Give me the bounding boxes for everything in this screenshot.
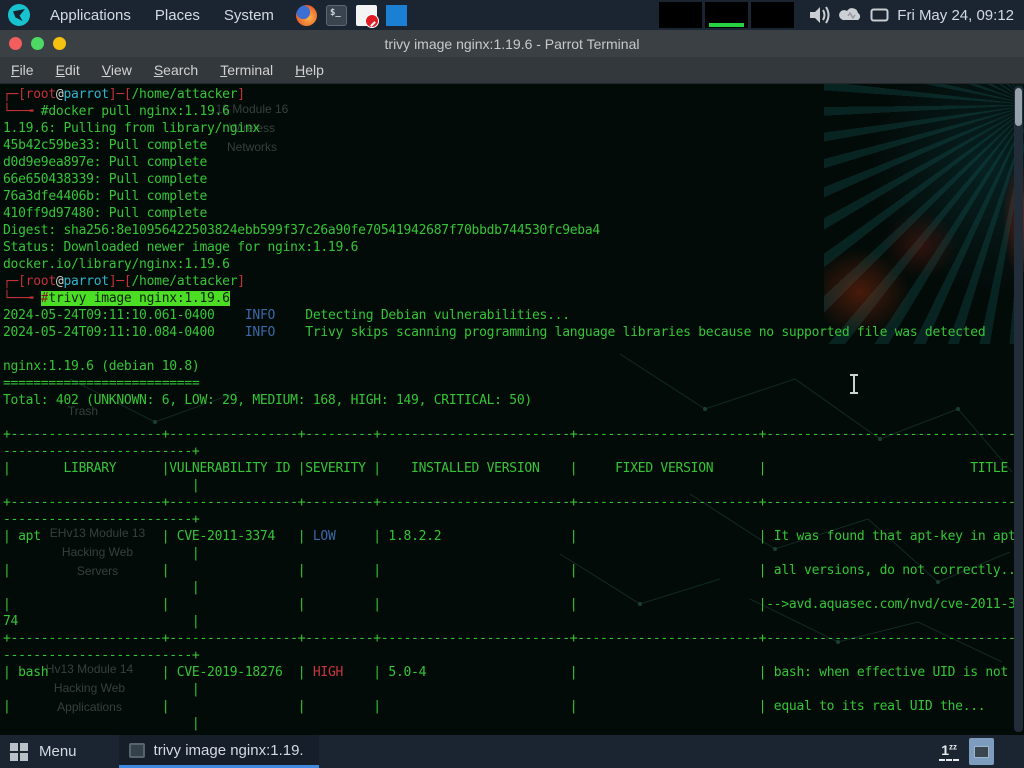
menu-edit[interactable]: Edit <box>45 57 91 84</box>
system-menu-label: System <box>224 7 274 24</box>
display-icon[interactable] <box>870 8 889 23</box>
menu-search-label: Search <box>154 62 198 78</box>
workspace-2-active[interactable] <box>705 2 748 28</box>
vscode-icon[interactable] <box>386 5 407 26</box>
menu-edit-label: Edit <box>56 62 80 78</box>
window-title: trivy image nginx:1.19.6 - Parrot Termin… <box>0 36 1024 52</box>
menu-help-label: Help <box>295 62 324 78</box>
terminal-line: | | | | | | equal to its real UID the... <box>3 698 1023 715</box>
system-menu[interactable]: System <box>212 0 286 30</box>
terminal-line: docker.io/library/nginx:1.19.6 <box>3 256 1023 273</box>
terminal-line: | <box>3 579 1023 596</box>
terminal-line: Digest: sha256:8e10956422503824ebb599f37… <box>3 222 1023 239</box>
terminal-line: ┌─[root@parrot]─[/home/attacker] <box>3 86 1023 103</box>
volume-icon[interactable] <box>808 4 832 26</box>
applications-menu[interactable]: Applications <box>38 0 143 30</box>
menu-file[interactable]: File <box>0 57 45 84</box>
taskbar-menu-label: Menu <box>39 743 77 760</box>
terminal-line: | | | | | |-->avd.aquasec.com/nvd/cve-20… <box>3 596 1023 613</box>
terminal-line: -------------------------+ <box>3 511 1023 528</box>
menu-terminal[interactable]: Terminal <box>209 57 284 84</box>
terminal-line: | <box>3 715 1023 732</box>
terminal-line: | <box>3 545 1023 562</box>
workspace-3[interactable] <box>751 2 794 28</box>
menu-grid-icon <box>10 743 28 761</box>
places-menu[interactable]: Places <box>143 0 212 30</box>
text-cursor-pointer <box>848 373 860 395</box>
terminal-output: ┌─[root@parrot]─[/home/attacker]└──╼ #do… <box>3 86 1023 732</box>
scrollbar-thumb[interactable] <box>1015 88 1022 126</box>
menu-view-label: View <box>102 62 132 78</box>
screen: Applications Places System <box>0 0 1024 768</box>
terminal-line: └──╼ #docker pull nginx:1.19.6 <box>3 103 1023 120</box>
taskbar-menu-button[interactable]: Menu <box>0 735 91 768</box>
terminal-line: Total: 402 (UNKNOWN: 6, LOW: 29, MEDIUM:… <box>3 392 1023 409</box>
terminal-line: | <box>3 477 1023 494</box>
terminal-line: 76a3dfe4406b: Pull complete <box>3 188 1023 205</box>
window-maximize-button[interactable] <box>53 37 66 50</box>
window-minimize-button[interactable] <box>31 37 44 50</box>
firefox-icon[interactable] <box>296 5 317 26</box>
terminal-scrollbar[interactable] <box>1014 86 1023 732</box>
terminal-line: 1.19.6: Pulling from library/nginx <box>3 120 1023 137</box>
show-desktop-icon <box>974 746 989 758</box>
terminal-line: 2024-05-24T09:11:10.061-0400 INFO Detect… <box>3 307 1023 324</box>
terminal-line: -------------------------+ <box>3 443 1023 460</box>
terminal-line: nginx:1.19.6 (debian 10.8) <box>3 358 1023 375</box>
workspace-pager-icon[interactable]: 1zz <box>939 742 959 761</box>
terminal-line: Status: Downloaded newer image for nginx… <box>3 239 1023 256</box>
cloud-icon[interactable] <box>839 6 863 24</box>
terminal-line: 2024-05-24T09:11:10.084-0400 INFO Trivy … <box>3 324 1023 341</box>
show-desktop-button[interactable] <box>969 738 994 765</box>
terminal-line: 45b42c59be33: Pull complete <box>3 137 1023 154</box>
top-panel: Applications Places System <box>0 0 1024 30</box>
terminal-icon[interactable] <box>326 5 347 26</box>
terminal-window: 13 Module 16WirelessNetworksTrashEHv13 M… <box>0 84 1024 735</box>
menu-search[interactable]: Search <box>143 57 209 84</box>
quick-launchers <box>296 5 407 26</box>
terminal-line: -------------------------+ <box>3 647 1023 664</box>
terminal-line: ┌─[root@parrot]─[/home/attacker] <box>3 273 1023 290</box>
taskbar-task-terminal[interactable]: trivy image nginx:1.19.... <box>119 735 319 768</box>
terminal-line: d0d9e9ea897e: Pull complete <box>3 154 1023 171</box>
parrot-menu-icon[interactable] <box>8 4 30 26</box>
terminal-line: | apt | CVE-2011-3374 | LOW | 1.8.2.2 | … <box>3 528 1023 545</box>
terminal-line <box>3 341 1023 358</box>
terminal-line: ========================== <box>3 375 1023 392</box>
task-label: trivy image nginx:1.19.... <box>154 742 303 759</box>
clock[interactable]: Fri May 24, 09:12 <box>897 7 1014 24</box>
terminal-line: 66e650438339: Pull complete <box>3 171 1023 188</box>
places-menu-label: Places <box>155 7 200 24</box>
terminal-line: | LIBRARY |VULNERABILITY ID |SEVERITY | … <box>3 460 1023 477</box>
system-tray <box>808 4 889 26</box>
terminal-line <box>3 409 1023 426</box>
terminal-line: +--------------------+-----------------+… <box>3 426 1023 443</box>
bottom-taskbar: Menu trivy image nginx:1.19.... 1zz <box>0 735 1024 768</box>
applications-menu-label: Applications <box>50 7 131 24</box>
task-terminal-icon <box>129 743 145 758</box>
text-editor-icon[interactable] <box>356 5 377 26</box>
menu-help[interactable]: Help <box>284 57 335 84</box>
menu-terminal-label: Terminal <box>220 62 273 78</box>
terminal-line: | <box>3 681 1023 698</box>
workspace-switcher <box>659 2 794 28</box>
menu-file-label: File <box>11 62 34 78</box>
window-close-button[interactable] <box>9 37 22 50</box>
terminal-line: 74 | <box>3 613 1023 630</box>
workspace-1[interactable] <box>659 2 702 28</box>
terminal-line: +--------------------+-----------------+… <box>3 494 1023 511</box>
terminal-line: | | | | | | all versions, do not correct… <box>3 562 1023 579</box>
terminal-line: +--------------------+-----------------+… <box>3 630 1023 647</box>
terminal-line: 410ff9d97480: Pull complete <box>3 205 1023 222</box>
terminal-line: | bash | CVE-2019-18276 | HIGH | 5.0-4 |… <box>3 664 1023 681</box>
window-titlebar: trivy image nginx:1.19.6 - Parrot Termin… <box>0 30 1024 57</box>
terminal-line: └──╼ #trivy image nginx:1.19.6 <box>3 290 1023 307</box>
menu-view[interactable]: View <box>91 57 143 84</box>
terminal-menubar: File Edit View Search Terminal Help <box>0 57 1024 84</box>
